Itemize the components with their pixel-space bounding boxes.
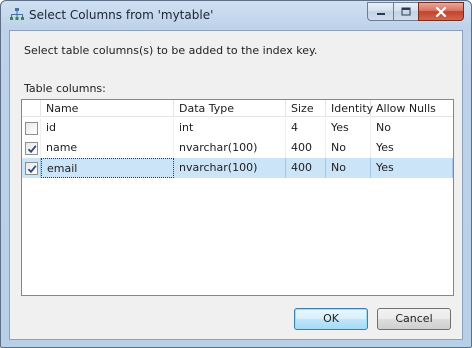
header-data-type[interactable]: Data Type: [174, 100, 286, 117]
header-allow-nulls[interactable]: Allow Nulls: [371, 100, 453, 117]
dialog-window: Select Columns from 'mytable' Select tab…: [0, 0, 472, 348]
cell-data-type: nvarchar(100): [174, 138, 286, 158]
minimize-button[interactable]: [367, 2, 393, 21]
title-bar[interactable]: Select Columns from 'mytable': [1, 1, 471, 29]
ok-button[interactable]: OK: [294, 308, 368, 330]
window-title: Select Columns from 'mytable': [29, 8, 214, 22]
cell-allow-nulls: Yes: [371, 158, 453, 178]
table-columns-label: Table columns:: [24, 82, 106, 95]
cell-name: email: [41, 158, 174, 178]
dialog-body: Select table columns(s) to be added to t…: [9, 30, 463, 340]
table-row[interactable]: name nvarchar(100) 400 No Yes: [22, 138, 453, 158]
checkmark-icon: [27, 164, 37, 173]
cell-data-type: int: [174, 118, 286, 138]
cell-name: name: [41, 138, 174, 158]
cell-allow-nulls: Yes: [376, 141, 394, 154]
header-name[interactable]: Name: [41, 100, 174, 117]
minimize-icon: [376, 12, 385, 15]
columns-grid[interactable]: Name Data Type Size Identity Allow Nulls…: [21, 99, 454, 296]
cell-size: 400: [286, 138, 326, 158]
cancel-button[interactable]: Cancel: [377, 308, 451, 330]
cell-data-type: nvarchar(100): [174, 158, 286, 178]
cell-identity: No: [326, 138, 371, 158]
cell-name: id: [41, 118, 174, 138]
row-checkbox[interactable]: [25, 162, 38, 175]
grid-header: Name Data Type Size Identity Allow Nulls: [22, 100, 453, 117]
close-icon: [435, 6, 447, 17]
row-checkbox[interactable]: [25, 142, 38, 155]
maximize-icon: [401, 7, 411, 16]
table-row[interactable]: email nvarchar(100) 400 No Yes: [22, 158, 453, 178]
header-size[interactable]: Size: [286, 100, 326, 117]
cell-size: 400: [286, 158, 326, 178]
cell-identity: Yes: [326, 118, 371, 138]
maximize-button[interactable]: [393, 2, 418, 21]
close-button[interactable]: [418, 2, 464, 21]
index-icon: [10, 8, 24, 20]
header-identity[interactable]: Identity: [326, 100, 373, 117]
checkmark-icon: [27, 144, 37, 153]
instruction-text: Select table columns(s) to be added to t…: [24, 44, 318, 57]
cell-allow-nulls: No: [376, 121, 391, 134]
table-row[interactable]: id int 4 Yes No: [22, 118, 453, 138]
row-checkbox[interactable]: [25, 122, 38, 135]
header-checkbox-column: [22, 100, 41, 117]
cell-size: 4: [286, 118, 326, 138]
cell-identity: No: [326, 158, 371, 178]
